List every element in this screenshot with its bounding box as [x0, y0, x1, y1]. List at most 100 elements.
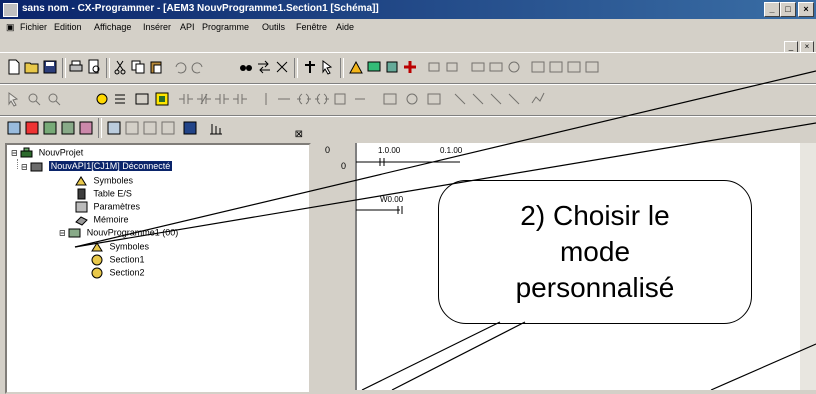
contact-2-label[interactable]: 0.1.00	[440, 146, 462, 155]
run-icon[interactable]	[426, 59, 442, 75]
window-icon-1[interactable]	[530, 59, 546, 75]
cut-icon[interactable]	[112, 59, 128, 75]
or-closed-contact-tool-icon[interactable]	[232, 91, 248, 107]
data-trace-icon[interactable]	[530, 91, 546, 107]
zoom-in-icon[interactable]	[26, 91, 42, 107]
menu-programme[interactable]: Programme	[202, 22, 249, 32]
view-toolbar	[0, 84, 816, 116]
maximize-button[interactable]: □	[780, 2, 796, 17]
transfer-icon[interactable]	[384, 59, 400, 75]
step-number: 0	[341, 161, 347, 171]
closed-coil-tool-icon[interactable]	[314, 91, 330, 107]
output-window-icon[interactable]	[24, 120, 40, 136]
replace-icon[interactable]	[256, 59, 272, 75]
monitor-icon[interactable]	[366, 59, 382, 75]
coil-tool-icon[interactable]	[296, 91, 312, 107]
copy-icon[interactable]	[130, 59, 146, 75]
list-icon[interactable]	[112, 91, 128, 107]
tree-node-plc[interactable]: ⊟ NouvAPI1[CJ1M] Déconnecté	[21, 161, 173, 173]
edit-rung-icon[interactable]	[382, 91, 398, 107]
redo-icon[interactable]	[190, 59, 206, 75]
network-icon[interactable]	[302, 59, 318, 75]
menu-icon[interactable]: ▣	[6, 22, 15, 33]
compile-icon[interactable]	[488, 59, 504, 75]
cross-ref-window-icon[interactable]	[106, 120, 122, 136]
tree-node-section2[interactable]: Section2	[91, 267, 145, 279]
tree-node-program-symbols[interactable]: Symboles	[91, 241, 149, 253]
window-icon-2[interactable]	[548, 59, 564, 75]
open-folder-icon[interactable]	[24, 59, 40, 75]
save-icon[interactable]	[42, 59, 58, 75]
memory-icon	[75, 216, 88, 226]
or-contact-tool-icon[interactable]	[214, 91, 230, 107]
tree-node-memory[interactable]: Mémoire	[75, 214, 129, 226]
menu-aide[interactable]: Aide	[336, 22, 354, 32]
tree-node-program[interactable]: ⊟ NouvProgramme1 (00)	[59, 227, 178, 239]
grid-icon[interactable]	[94, 91, 110, 107]
close-button[interactable]: ×	[798, 2, 814, 17]
project-panel-header: ⊠	[5, 129, 309, 143]
plc-mode-icon[interactable]	[402, 59, 418, 75]
paste-icon[interactable]	[148, 59, 164, 75]
properties-icon[interactable]	[78, 120, 94, 136]
print-icon[interactable]	[68, 59, 84, 75]
force-cancel-icon[interactable]	[488, 91, 504, 107]
section-list-icon[interactable]	[160, 120, 176, 136]
contact-3-label[interactable]: W0.00	[380, 195, 403, 204]
menu-fenetre[interactable]: Fenêtre	[296, 22, 327, 32]
cross-reference-icon[interactable]	[274, 59, 290, 75]
minimize-button[interactable]: _	[764, 2, 780, 17]
table-icon[interactable]	[134, 91, 150, 107]
tree-node-parameters[interactable]: Paramètres	[75, 201, 140, 213]
symbol-view-icon[interactable]	[208, 120, 224, 136]
menu-api[interactable]: API	[180, 22, 195, 32]
contact-tool-icon[interactable]	[178, 91, 194, 107]
contact-1-label[interactable]: 1.0.00	[378, 146, 400, 155]
menu-affichage[interactable]: Affichage	[94, 22, 131, 32]
window-icon-3[interactable]	[566, 59, 582, 75]
vertical-line-icon[interactable]	[258, 91, 274, 107]
section-next-icon[interactable]	[142, 120, 158, 136]
menu-outils[interactable]: Outils	[262, 22, 285, 32]
tree-node-project[interactable]: ⊟ NouvProjet	[11, 147, 83, 159]
new-file-icon[interactable]	[6, 59, 22, 75]
print-preview-icon[interactable]	[86, 59, 102, 75]
io-table-icon	[77, 188, 86, 200]
section-prev-icon[interactable]	[124, 120, 140, 136]
menu-inserer[interactable]: Insérer	[143, 22, 171, 32]
program-icon	[68, 228, 81, 238]
section-icon	[91, 254, 103, 266]
set-value-icon[interactable]	[506, 91, 522, 107]
online-icon[interactable]	[348, 59, 364, 75]
program-view-icon[interactable]	[182, 120, 198, 136]
settings-icon[interactable]	[506, 59, 522, 75]
online-edit-icon[interactable]	[404, 91, 420, 107]
bit-monitor-icon[interactable]	[352, 91, 368, 107]
zoom-out-icon[interactable]	[46, 91, 62, 107]
io-comment-icon[interactable]	[154, 91, 170, 107]
rung-number: 0	[325, 145, 331, 155]
force-off-icon[interactable]	[470, 91, 486, 107]
menu-edition[interactable]: Edition	[54, 22, 82, 32]
instruction-tool-icon[interactable]	[332, 91, 348, 107]
project-window-icon[interactable]	[6, 120, 22, 136]
tree-node-io-table[interactable]: Table E/S	[75, 188, 132, 200]
find-icon[interactable]	[238, 59, 254, 75]
window-icon-4[interactable]	[584, 59, 600, 75]
tree-node-section1[interactable]: Section1	[91, 254, 145, 266]
compare-icon[interactable]	[470, 59, 486, 75]
watch-window-icon[interactable]	[42, 120, 58, 136]
undo-icon[interactable]	[172, 59, 188, 75]
panel-close-icon[interactable]: ⊠	[295, 129, 303, 140]
horizontal-line-icon[interactable]	[276, 91, 292, 107]
select-icon[interactable]	[6, 91, 22, 107]
tree-node-symbols[interactable]: Symboles	[75, 175, 133, 187]
closed-contact-tool-icon[interactable]	[196, 91, 212, 107]
differential-monitor-icon[interactable]	[426, 91, 442, 107]
force-on-icon[interactable]	[452, 91, 468, 107]
menu-fichier[interactable]: Fichier	[20, 22, 47, 32]
stop-icon[interactable]	[444, 59, 460, 75]
help-pointer-icon[interactable]	[320, 59, 336, 75]
vertical-scrollbar[interactable]	[800, 143, 816, 390]
address-reference-icon[interactable]	[60, 120, 76, 136]
